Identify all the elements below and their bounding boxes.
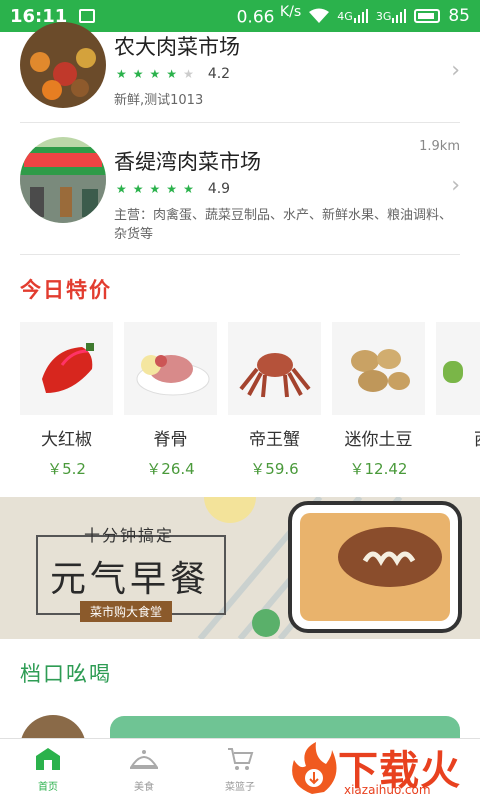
divider (20, 254, 460, 255)
product-name: 脊骨 (153, 430, 188, 450)
product-name: 迷你土豆 (344, 430, 413, 450)
battery-icon (414, 9, 441, 23)
king-crab-image (228, 322, 321, 415)
market-name: 香缇湾肉菜市场 (114, 150, 261, 174)
product-card[interactable]: 大红椒 ￥5.2 (20, 322, 113, 482)
rating-stars: ★ ★ ★ ★ ★ 4.9 (116, 181, 230, 197)
chevron-right-icon[interactable]: › (451, 58, 460, 83)
rating-stars: ★ ★ ★ ★ ★ 4.2 (116, 66, 230, 82)
signal-4g: 4G (337, 9, 368, 23)
red-pepper-image (20, 322, 113, 415)
battery-level: 85 (448, 6, 470, 26)
product-name: 大红椒 (41, 430, 92, 450)
mini-potato-image (332, 322, 425, 415)
star-icon: ★ (183, 182, 194, 196)
product-card[interactable]: 帝王蟹 ￥59.6 (228, 322, 321, 482)
rating-value: 4.2 (207, 66, 231, 82)
cart-icon (228, 748, 254, 770)
banner-subtitle: 十分钟搞定 (84, 526, 175, 545)
product-price: ￥5.2 (47, 460, 86, 478)
banner-title: 元气早餐 (50, 559, 211, 600)
star-empty-icon: ★ (183, 67, 194, 81)
image-notification-icon (79, 9, 96, 23)
nav-label: 菜篮子 (225, 782, 255, 793)
star-icon: ★ (116, 67, 127, 81)
nav-food[interactable]: 美食 (96, 739, 192, 800)
star-icon: ★ (116, 182, 127, 196)
flame-logo-icon (292, 742, 337, 794)
pork-spine-image (124, 322, 217, 415)
chevron-right-icon[interactable]: › (451, 173, 460, 198)
product-price: ￥59.6 (250, 460, 299, 478)
market-desc: 主营：肉禽蛋、蔬菜豆制品、水产、新鲜水果、粮油调料、杂货等 (114, 208, 453, 242)
home-icon (36, 748, 60, 770)
product-card[interactable]: 脊骨 ￥26.4 (124, 322, 217, 482)
product-price: ￥26.4 (146, 460, 195, 478)
signal-3g: 3G (376, 9, 407, 23)
divider (20, 122, 460, 123)
wifi-icon (309, 8, 330, 23)
nav-home[interactable]: 首页 (0, 739, 96, 800)
network-speed: 0.66 K/s (236, 4, 302, 28)
status-indicators: 0.66 K/s 4G 3G 85 (237, 4, 470, 28)
today-special-title: 今日特价 (20, 278, 112, 302)
star-icon: ★ (132, 182, 144, 196)
star-icon: ★ (132, 67, 144, 81)
special-product-list[interactable]: 大红椒 ￥5.2 脊骨 ￥26.4 帝王蟹 ￥59.6 迷你土豆 ￥12.42 … (20, 322, 480, 482)
star-icon: ★ (149, 67, 161, 81)
star-icon: ★ (166, 182, 178, 196)
product-card[interactable]: 西 (436, 322, 480, 482)
nav-label: 美食 (134, 782, 154, 793)
product-price: ￥12.42 (349, 460, 408, 478)
product-name: 帝王蟹 (249, 430, 300, 450)
star-icon: ★ (166, 67, 178, 81)
food-cover-icon (130, 750, 158, 769)
nav-label: 首页 (38, 782, 58, 793)
market-distance: 1.9km (419, 139, 460, 154)
zucchini-image (436, 322, 480, 415)
product-card[interactable]: 迷你土豆 ￥12.42 (332, 322, 425, 482)
market-avatar (20, 137, 106, 223)
banner-tag: 菜市购大食堂 (80, 601, 173, 622)
market-desc: 新鲜,测试1013 (114, 93, 204, 108)
watermark-url: xiazaihuo.com (344, 783, 431, 797)
nav-cart[interactable]: 菜篮子 (192, 739, 288, 800)
market-name: 农大肉菜市场 (114, 35, 240, 59)
star-icon: ★ (149, 182, 161, 196)
rating-value: 4.9 (207, 181, 231, 197)
product-name: 西 (436, 425, 480, 450)
stalls-title: 档口吆喝 (20, 662, 112, 686)
market-avatar (20, 22, 106, 108)
